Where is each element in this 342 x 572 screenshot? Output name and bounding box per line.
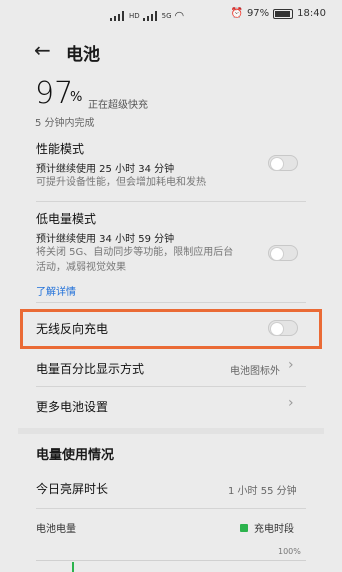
- low-power-mode-toggle[interactable]: [268, 245, 298, 261]
- charging-time: 5 分钟内完成: [35, 118, 95, 129]
- page-title: 电池: [66, 45, 100, 65]
- status-right: ⏰ 97% 18:40: [230, 8, 326, 19]
- divider: [36, 201, 306, 202]
- wireless-reverse-title: 无线反向充电: [36, 322, 109, 336]
- performance-mode-title: 性能模式: [36, 142, 85, 156]
- wifi-icon: ◠: [174, 9, 185, 22]
- charging-legend-label: 充电时段: [254, 524, 294, 535]
- signal-icon: [110, 10, 126, 21]
- charging-legend-marker: [240, 524, 248, 532]
- usage-section-title: 电量使用情况: [36, 448, 115, 463]
- charging-status: 正在超级快充: [88, 100, 148, 111]
- signal-indicators: HD 5G ◠: [110, 9, 184, 22]
- screen-time-value: 1 小时 55 分钟: [228, 486, 297, 497]
- divider: [36, 386, 306, 387]
- screen-time-label: 今日亮屏时长: [36, 482, 109, 496]
- performance-mode-toggle[interactable]: [268, 155, 298, 171]
- clock: 18:40: [297, 8, 326, 19]
- battery-display-title: 电量百分比显示方式: [36, 362, 145, 376]
- section-divider: [18, 428, 324, 434]
- chart-gridline: [36, 560, 306, 561]
- signal-label-5g: 5G: [161, 11, 172, 20]
- low-power-mode-title: 低电量模式: [36, 212, 97, 226]
- wireless-reverse-toggle[interactable]: [268, 320, 298, 336]
- battery-display-row[interactable]: 电量百分比显示方式 电池图标外 ›: [18, 354, 324, 382]
- more-settings-row[interactable]: 更多电池设置 ›: [18, 392, 324, 420]
- performance-mode-sub: 预计继续使用 25 小时 34 分钟: [36, 164, 175, 175]
- performance-mode-desc: 可提升设备性能，但会增加耗电和发热: [36, 177, 206, 188]
- more-settings-title: 更多电池设置: [36, 400, 109, 414]
- battery-percent: 97: [35, 76, 74, 111]
- low-power-mode-sub: 预计继续使用 34 小时 59 分钟: [36, 234, 175, 245]
- signal-icon-2: [142, 10, 159, 21]
- battery-icon: [273, 8, 294, 19]
- arrow-left-icon[interactable]: ←: [34, 38, 51, 62]
- chevron-right-icon: ›: [288, 357, 294, 373]
- low-power-mode-desc-1: 将关闭 5G、自动同步等功能，限制应用后台: [36, 247, 234, 258]
- wireless-reverse-row[interactable]: 无线反向充电: [18, 314, 324, 344]
- learn-more-link[interactable]: 了解详情: [36, 283, 76, 298]
- battery-percent-unit: %: [70, 90, 83, 105]
- performance-mode-row[interactable]: 性能模式 预计继续使用 25 小时 34 分钟 可提升设备性能，但会增加耗电和发…: [18, 138, 324, 194]
- divider: [36, 508, 306, 509]
- chevron-right-icon: ›: [288, 395, 294, 411]
- chart-bar: [72, 562, 74, 572]
- battery-display-value: 电池图标外: [230, 366, 280, 377]
- screen-time-row: 今日亮屏时长 1 小时 55 分钟: [18, 476, 324, 500]
- chart-axis-max: 100%: [278, 547, 301, 556]
- app-header: ← 电池: [0, 36, 342, 66]
- battery-percent-text: 97%: [246, 8, 270, 19]
- signal-label-hd: HD: [129, 11, 140, 20]
- divider: [36, 302, 306, 303]
- low-power-mode-desc-2: 活动，减弱视觉效果: [36, 262, 126, 273]
- alarm-icon: ⏰: [230, 8, 243, 19]
- status-bar: HD 5G ◠ ⏰ 97% 18:40: [0, 0, 342, 34]
- low-power-mode-row[interactable]: 低电量模式 预计继续使用 34 小时 59 分钟 将关闭 5G、自动同步等功能，…: [18, 208, 324, 278]
- battery-chart-label: 电池电量: [36, 524, 76, 535]
